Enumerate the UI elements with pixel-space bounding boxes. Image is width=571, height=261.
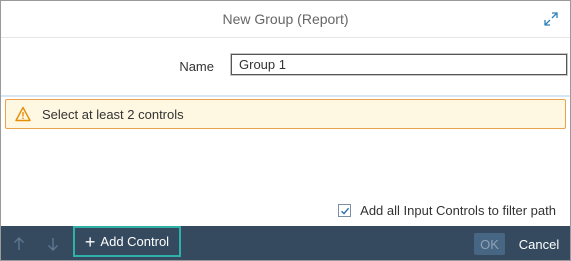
cancel-button[interactable]: Cancel — [515, 233, 563, 255]
new-group-dialog: New Group (Report) Name Select at least … — [0, 0, 571, 261]
expand-icon[interactable] — [542, 10, 560, 28]
dialog-title: New Group (Report) — [222, 11, 349, 27]
arrow-down-icon[interactable] — [43, 234, 63, 254]
add-control-button[interactable]: + Add Control — [73, 226, 181, 257]
cancel-label: Cancel — [518, 236, 560, 252]
plus-icon: + — [84, 231, 96, 252]
ok-button[interactable]: OK — [474, 233, 505, 255]
arrow-up-icon[interactable] — [9, 234, 29, 254]
name-input[interactable] — [230, 53, 568, 76]
add-control-label: Add Control — [100, 234, 170, 249]
warning-message-strip: Select at least 2 controls — [5, 99, 566, 129]
ok-label: OK — [480, 236, 499, 252]
warning-icon — [15, 106, 31, 122]
name-label: Name — [179, 59, 214, 74]
add-all-label[interactable]: Add all Input Controls to filter path — [360, 203, 556, 218]
name-form-row: Name — [1, 37, 570, 97]
add-all-checkbox[interactable] — [338, 204, 352, 217]
dialog-footer: + Add Control OK Cancel — [1, 226, 570, 260]
dialog-header: New Group (Report) — [1, 1, 570, 38]
warning-text: Select at least 2 controls — [42, 106, 184, 122]
add-all-option: Add all Input Controls to filter path — [338, 203, 556, 218]
